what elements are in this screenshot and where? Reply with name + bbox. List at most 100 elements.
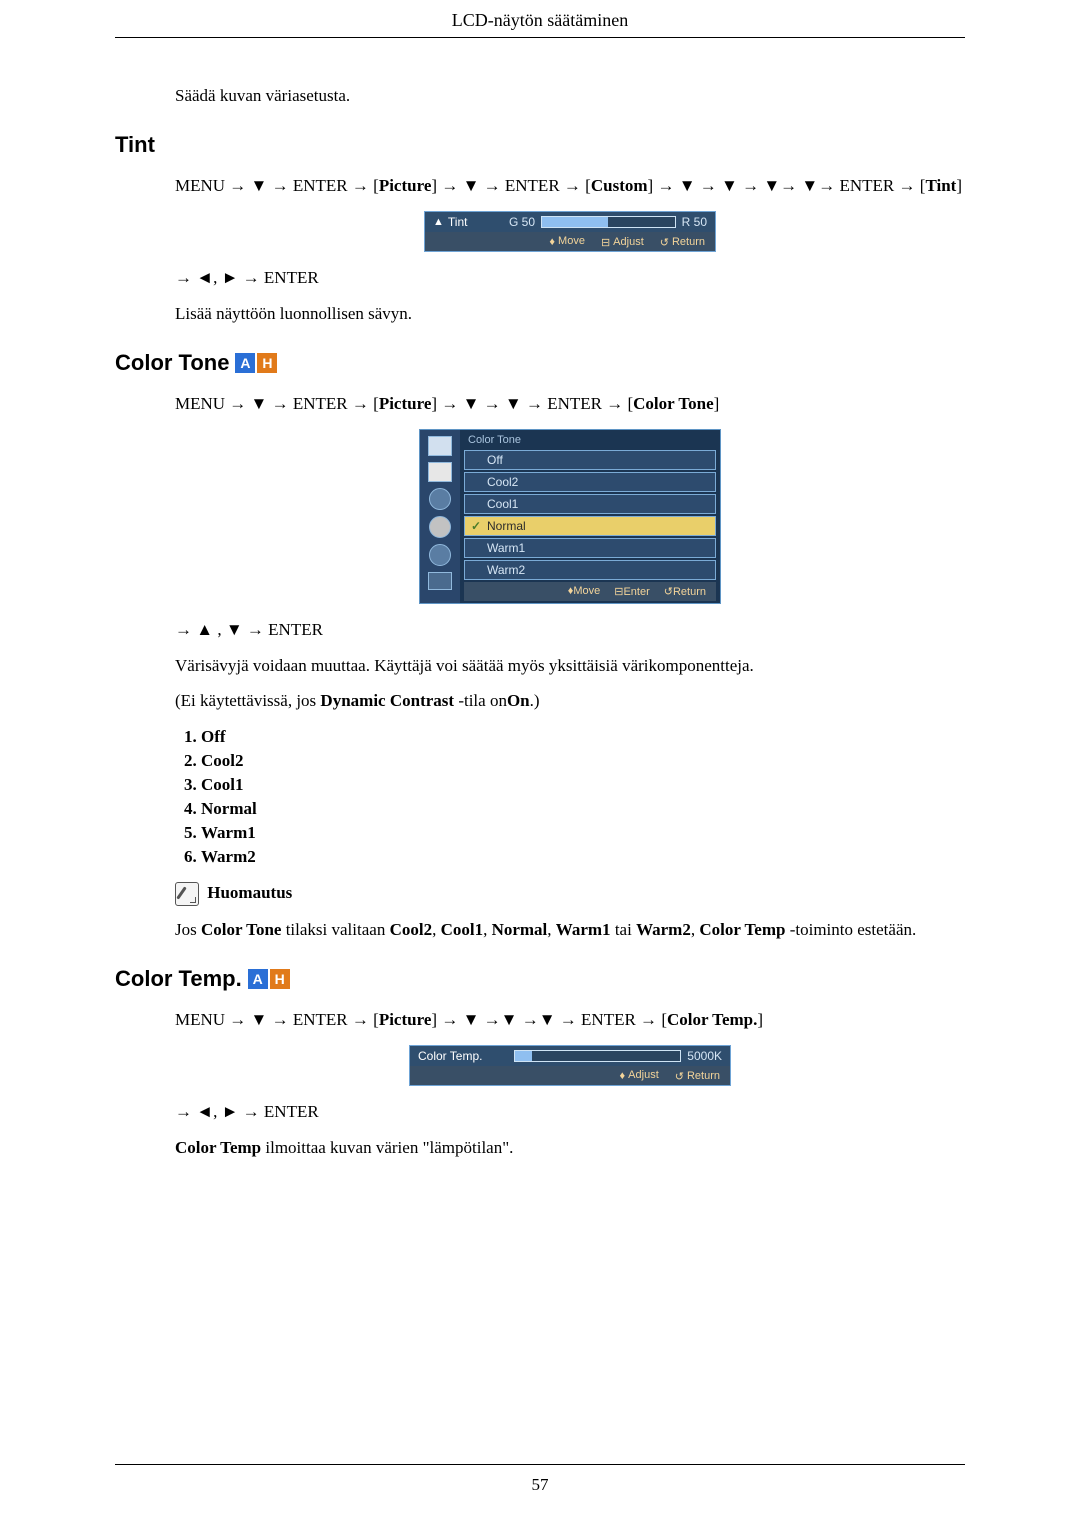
note-ct: Color Tone (201, 920, 281, 939)
ctemp-path-pre: MENU → ▼ → ENTER → (175, 1010, 373, 1029)
osd-tint-move: Move (558, 235, 585, 247)
osd-ctone-item: Cool2 (464, 472, 716, 492)
note-w1: Warm1 (556, 920, 611, 939)
osd-color-temp: Color Temp. 5000K ♦Adjust ↺Return (409, 1045, 731, 1086)
tint-picture: Picture (379, 176, 432, 195)
intro-text: Säädä kuvan väriasetusta. (175, 84, 965, 108)
note-sep: , (432, 920, 441, 939)
note-or: tai (611, 920, 637, 939)
tint-after-enter: → ◄, ► → ENTER (175, 266, 965, 290)
section-title-color-tone: Color Tone A H (115, 350, 965, 376)
note-n: Normal (492, 920, 548, 939)
ctone-title-text: Color Tone (115, 350, 229, 376)
ctemp-after-enter: → ◄, ► → ENTER (175, 1100, 965, 1124)
ctemp-desc: Color Temp ilmoittaa kuvan värien "lämpö… (175, 1136, 965, 1160)
list-item: Off (201, 725, 965, 749)
list-item: Warm2 (201, 845, 965, 869)
color-tone-list: Off Cool2 Cool1 Normal Warm1 Warm2 (175, 725, 965, 869)
badge-a-icon: A (235, 353, 255, 373)
osd-ctone-item-label: Cool1 (487, 497, 518, 511)
note-c2: Cool2 (390, 920, 433, 939)
osd-tint-g: G 50 (509, 215, 535, 229)
ctone-path-mid: → ▼ → ▼ → ENTER → (437, 394, 627, 413)
osd-ctone-footer: ♦Move ⊟Enter ↺Return (464, 582, 716, 601)
list-item: Cool1 (201, 773, 965, 797)
note-icon (175, 882, 199, 906)
tint-menu-path: MENU → ▼ → ENTER → [Picture] → ▼ → ENTER… (175, 172, 965, 199)
osd-ctone-title: Color Tone (464, 434, 716, 450)
note-temp: Color Temp (699, 920, 785, 939)
ctone-dyn-bold: Dynamic Contrast (320, 691, 454, 710)
osd-ctone-item-label: Cool2 (487, 475, 518, 489)
footer-rule (115, 1464, 965, 1465)
badge-h-icon: H (257, 353, 277, 373)
note-post: -toiminto estetään. (785, 920, 916, 939)
section-title-color-temp: Color Temp. A H (115, 966, 965, 992)
osd-ctone-item: Cool1 (464, 494, 716, 514)
ah-badge-icon: A H (248, 969, 290, 989)
ctone-path-pre: MENU → ▼ → ENTER → (175, 394, 373, 413)
osd-ctone-sidebar (420, 430, 460, 603)
osd-ctone-item-active: ✓Normal (464, 516, 716, 536)
list-item: Normal (201, 797, 965, 821)
osd-tint-label: Tint (448, 215, 468, 229)
page-number: 57 (0, 1475, 1080, 1495)
note-heading: Huomautus (175, 881, 965, 906)
tint-custom: Custom (591, 176, 648, 195)
note-mid1: tilaksi valitaan (281, 920, 389, 939)
sidebar-dot-icon (429, 488, 451, 510)
ctone-picture: Picture (379, 394, 432, 413)
osd-temp-footer: ♦Adjust ↺Return (410, 1066, 730, 1085)
tint-tint: Tint (925, 176, 956, 195)
note-w2: Warm2 (636, 920, 691, 939)
osd-ctone-item-label: Off (487, 453, 503, 467)
sidebar-picture-icon (428, 436, 452, 456)
ctemp-path-mid: → ▼ →▼ →▼ → ENTER → (437, 1010, 661, 1029)
osd-ctone-item-label: Warm2 (487, 563, 525, 577)
note-label: Huomautus (207, 883, 292, 902)
ctemp-bracket: Color Temp. (667, 1010, 757, 1029)
ctone-dyn-on: On (507, 691, 530, 710)
tint-desc: Lisää näyttöön luonnollisen sävyn. (175, 302, 965, 326)
note-c1: Cool1 (441, 920, 484, 939)
tint-title-text: Tint (115, 132, 155, 158)
section-title-tint: Tint (115, 132, 965, 158)
osd-temp-label: Color Temp. (418, 1049, 482, 1063)
ctemp-desc-rest: ilmoittaa kuvan värien "lämpötilan". (261, 1138, 513, 1157)
sidebar-dot-icon (429, 544, 451, 566)
sidebar-dot-icon (429, 516, 451, 538)
osd-tint-adjust: Adjust (613, 236, 644, 248)
osd-tint-return: Return (672, 236, 705, 248)
tint-path-mid: → ▼ → ENTER → (437, 176, 585, 195)
ctone-tone: Color Tone (633, 394, 713, 413)
osd-ctone-item: Off (464, 450, 716, 470)
tint-path-post: → ▼ → ▼ → ▼→ ▼→ ENTER → (653, 176, 920, 195)
ctone-menu-path: MENU → ▼ → ENTER → [Picture] → ▼ → ▼ → E… (175, 390, 965, 417)
list-item: Warm1 (201, 821, 965, 845)
badge-h-icon: H (270, 969, 290, 989)
osd-temp-adjust: Adjust (628, 1069, 659, 1081)
osd-tint-footer: ♦Move ⊟Adjust ↺Return (425, 232, 715, 251)
badge-a-icon: A (248, 969, 268, 989)
osd-ctone-item: Warm2 (464, 560, 716, 580)
tint-up-icon (433, 216, 444, 228)
osd-temp-value: 5000K (687, 1049, 722, 1063)
osd-tint-r: R 50 (682, 215, 707, 229)
ctemp-desc-bold: Color Temp (175, 1138, 261, 1157)
ctemp-title-text: Color Temp. (115, 966, 242, 992)
osd-tint-slider (541, 216, 676, 228)
sidebar-screen-icon (428, 462, 452, 482)
note-sep: , (547, 920, 556, 939)
osd-ctone-item: Warm1 (464, 538, 716, 558)
ctone-dyn-pre: (Ei käytettävissä, jos (175, 691, 320, 710)
page-header: LCD-näytön säätäminen (115, 10, 965, 37)
list-item: Cool2 (201, 749, 965, 773)
note-body: Jos Color Tone tilaksi valitaan Cool2, C… (175, 918, 965, 942)
ctone-desc: Värisävyjä voidaan muuttaa. Käyttäjä voi… (175, 654, 965, 678)
ah-badge-icon: A H (235, 353, 277, 373)
sidebar-row-icon (428, 572, 452, 590)
tint-path-pre: MENU → ▼ → ENTER → (175, 176, 373, 195)
osd-temp-return: Return (687, 1070, 720, 1082)
note-pre: Jos (175, 920, 201, 939)
osd-color-tone: Color Tone Off Cool2 Cool1 ✓Normal Warm1… (419, 429, 721, 604)
